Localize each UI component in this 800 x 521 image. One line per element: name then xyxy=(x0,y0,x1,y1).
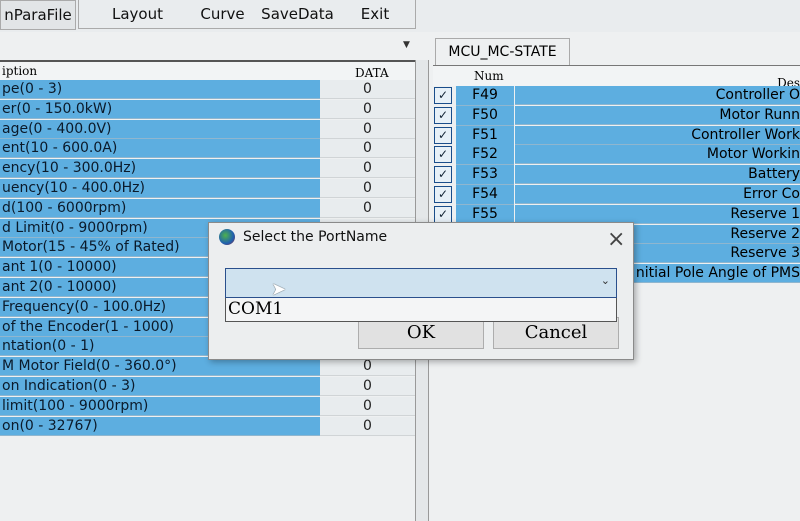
state-description[interactable]: Error Co xyxy=(515,185,800,204)
option-com1[interactable]: COM1 xyxy=(226,298,616,320)
menu-paramfile[interactable]: nParaFile xyxy=(0,0,76,30)
left-table-header: iption DATA xyxy=(0,60,415,82)
menu-curve[interactable]: Curve xyxy=(195,0,250,28)
param-data[interactable]: 0 xyxy=(320,198,415,218)
param-description[interactable]: on Indication(0 - 3) xyxy=(0,377,320,396)
param-description[interactable]: on(0 - 32767) xyxy=(0,416,320,436)
param-description[interactable]: ent(10 - 600.0A) xyxy=(0,139,320,159)
tab-mcu-mc-state[interactable]: MCU_MC-STATE xyxy=(435,38,570,65)
state-num[interactable]: F52 xyxy=(456,145,514,166)
close-icon[interactable]: × xyxy=(607,227,625,252)
port-dialog: Select the PortName × ⌄ ➤ OK Cancel COM1 xyxy=(208,222,634,360)
menu-bar: nParaFile Layout Curve SaveData Exit xyxy=(0,0,800,32)
chevron-down-icon[interactable]: ⌄ xyxy=(601,274,610,287)
state-num[interactable]: F50 xyxy=(456,105,514,126)
checkbox[interactable]: ✓ xyxy=(434,106,452,124)
param-data[interactable]: 0 xyxy=(320,99,415,119)
checkbox[interactable]: ✓ xyxy=(434,186,452,203)
state-description[interactable]: Controller O xyxy=(515,86,800,105)
param-description[interactable]: limit(100 - 9000rpm) xyxy=(0,396,320,416)
param-data[interactable]: 0 xyxy=(320,377,415,396)
param-description[interactable]: uency(10 - 400.0Hz) xyxy=(0,179,320,198)
dialog-title: Select the PortName xyxy=(243,229,388,245)
menu-savedata[interactable]: SaveData xyxy=(260,0,335,28)
param-data[interactable]: 0 xyxy=(320,179,415,198)
app-globe-icon xyxy=(219,229,235,245)
port-dropdown-list: COM1 xyxy=(225,298,617,322)
state-num[interactable]: F51 xyxy=(456,125,514,146)
param-data[interactable]: 0 xyxy=(320,357,415,377)
header-description: iption xyxy=(2,64,38,78)
param-data[interactable]: 0 xyxy=(320,119,415,139)
param-description[interactable]: ency(10 - 300.0Hz) xyxy=(0,159,320,179)
checkbox[interactable]: ✓ xyxy=(434,205,452,223)
state-description[interactable]: Motor Workin xyxy=(515,145,800,165)
dropdown-arrow-icon[interactable]: ▼ xyxy=(403,40,410,50)
state-description[interactable]: Motor Runn xyxy=(515,105,800,125)
mouse-cursor-icon: ➤ xyxy=(271,279,287,300)
param-description[interactable]: age(0 - 400.0V) xyxy=(0,119,320,139)
param-description[interactable]: d(100 - 6000rpm) xyxy=(0,198,320,218)
right-table-header: Num Des xyxy=(433,65,800,90)
state-description[interactable]: Reserve 1 xyxy=(515,204,800,224)
checkbox[interactable]: ✓ xyxy=(434,87,452,104)
header-num: Num xyxy=(474,69,504,83)
state-num[interactable]: F53 xyxy=(456,165,514,186)
menu-layout[interactable]: Layout xyxy=(100,0,175,28)
state-description[interactable]: Controller Work xyxy=(515,125,800,145)
state-num[interactable]: F49 xyxy=(456,86,514,106)
state-num[interactable]: F54 xyxy=(456,185,514,205)
param-data[interactable]: 0 xyxy=(320,80,415,99)
state-description[interactable]: Battery xyxy=(515,165,800,185)
param-description[interactable]: M Motor Field(0 - 360.0°) xyxy=(0,357,320,377)
param-data[interactable]: 0 xyxy=(320,139,415,159)
menu-exit[interactable]: Exit xyxy=(350,0,400,28)
param-data[interactable]: 0 xyxy=(320,396,415,416)
left-table-empty xyxy=(0,437,415,521)
header-data: DATA xyxy=(355,66,389,80)
checkbox[interactable]: ✓ xyxy=(434,146,452,164)
checkbox[interactable]: ✓ xyxy=(434,126,452,144)
param-data[interactable]: 0 xyxy=(320,159,415,179)
param-description[interactable]: er(0 - 150.0kW) xyxy=(0,99,320,119)
param-description[interactable]: pe(0 - 3) xyxy=(0,80,320,99)
checkbox[interactable]: ✓ xyxy=(434,166,452,184)
param-data[interactable]: 0 xyxy=(320,416,415,436)
